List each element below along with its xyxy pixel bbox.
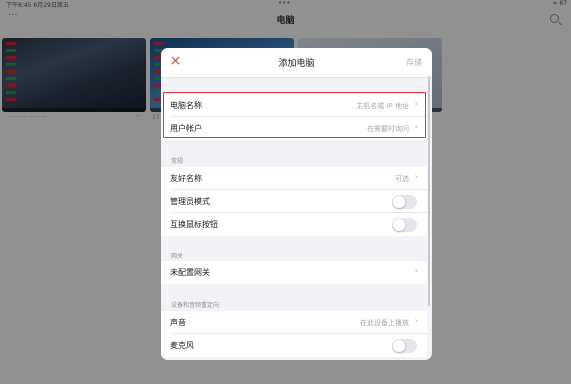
chevron-right-icon: › xyxy=(414,172,418,181)
section-header-general: 常规 xyxy=(171,158,184,165)
sound-label: 声音 xyxy=(170,318,186,327)
friendly-name-value: 可选 xyxy=(395,175,409,183)
scrollbar[interactable] xyxy=(428,76,430,306)
mic-row: 麦克风 xyxy=(161,334,427,357)
friendly-name-label: 友好名称 xyxy=(170,174,202,183)
sound-value: 在此设备上播放 xyxy=(360,319,409,327)
admin-mode-label: 管理员模式 xyxy=(170,197,210,206)
swap-mouse-label: 互换鼠标按钮 xyxy=(170,220,218,229)
sheet-title: 添加电脑 xyxy=(278,59,315,69)
save-button[interactable]: 存储 xyxy=(406,57,422,68)
section-header-gateway: 网关 xyxy=(171,253,184,260)
sheet-nav-bar: × 添加电脑 存储 xyxy=(161,48,432,78)
gateway-label: 未配置网关 xyxy=(170,268,210,277)
sound-row[interactable]: 声音 在此设备上播放 › xyxy=(161,311,427,334)
mic-toggle[interactable] xyxy=(392,339,417,353)
gateway-row[interactable]: 未配置网关 › xyxy=(161,261,427,284)
swap-mouse-row: 互换鼠标按钮 xyxy=(161,213,427,236)
section-header-redirect: 设备和音频重定向 xyxy=(171,302,220,309)
admin-mode-row: 管理员模式 xyxy=(161,190,427,213)
mic-label: 麦克风 xyxy=(170,341,194,350)
chevron-right-icon: › xyxy=(414,316,418,325)
friendly-name-row[interactable]: 友好名称 可选 › xyxy=(161,167,427,190)
admin-mode-toggle[interactable] xyxy=(392,195,417,209)
chevron-right-icon: › xyxy=(414,266,418,275)
highlight-annotation xyxy=(163,92,426,138)
swap-mouse-toggle[interactable] xyxy=(392,218,417,232)
